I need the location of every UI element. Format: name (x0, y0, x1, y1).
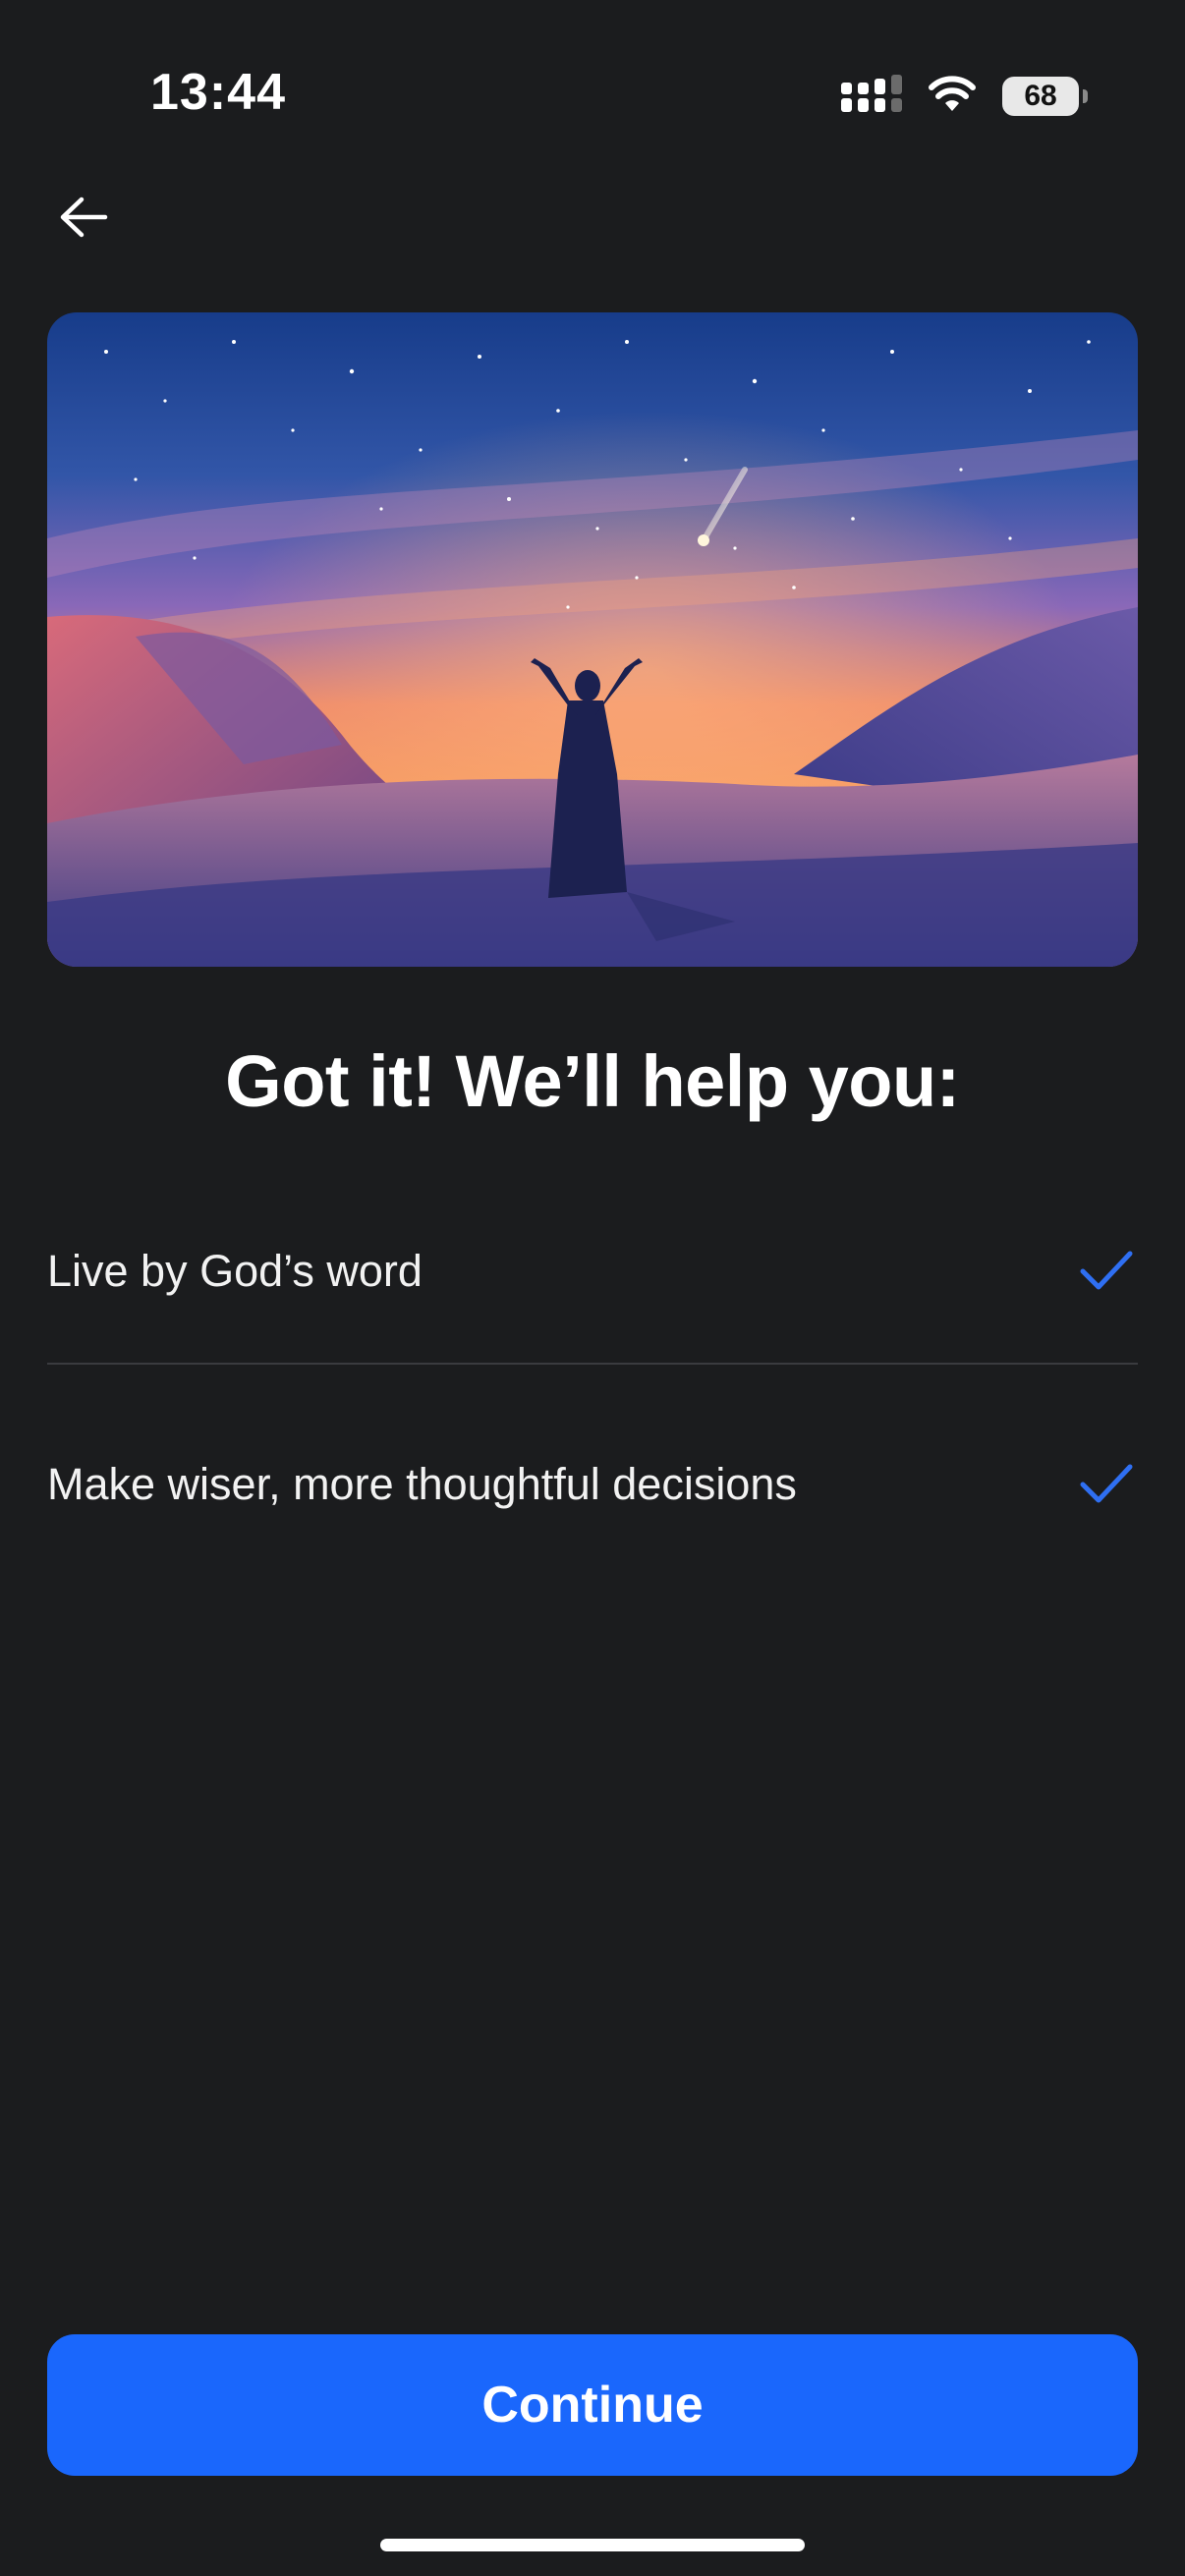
benefit-item-wiser-decisions: Make wiser, more thoughtful decisions (47, 1426, 1138, 1543)
hero-image (47, 312, 1138, 967)
continue-button[interactable]: Continue (47, 2334, 1138, 2476)
benefit-label: Make wiser, more thoughtful decisions (47, 1459, 797, 1509)
page-title: Got it! We’ll help you: (225, 1040, 960, 1122)
checkmark-icon (1077, 1455, 1136, 1514)
battery-icon: 68 (1002, 77, 1088, 116)
wifi-icon (928, 75, 977, 118)
cellular-signal-icon (841, 74, 902, 119)
back-button[interactable] (49, 185, 118, 253)
benefit-item-live-by-gods-word: Live by God’s word (47, 1212, 1138, 1330)
benefit-label: Live by God’s word (47, 1246, 423, 1296)
home-indicator (380, 2539, 805, 2551)
status-time: 13:44 (150, 64, 286, 121)
arrow-left-icon (58, 196, 109, 244)
checkmark-icon (1077, 1242, 1136, 1301)
status-icons: 68 (841, 69, 1088, 124)
divider (47, 1363, 1138, 1365)
